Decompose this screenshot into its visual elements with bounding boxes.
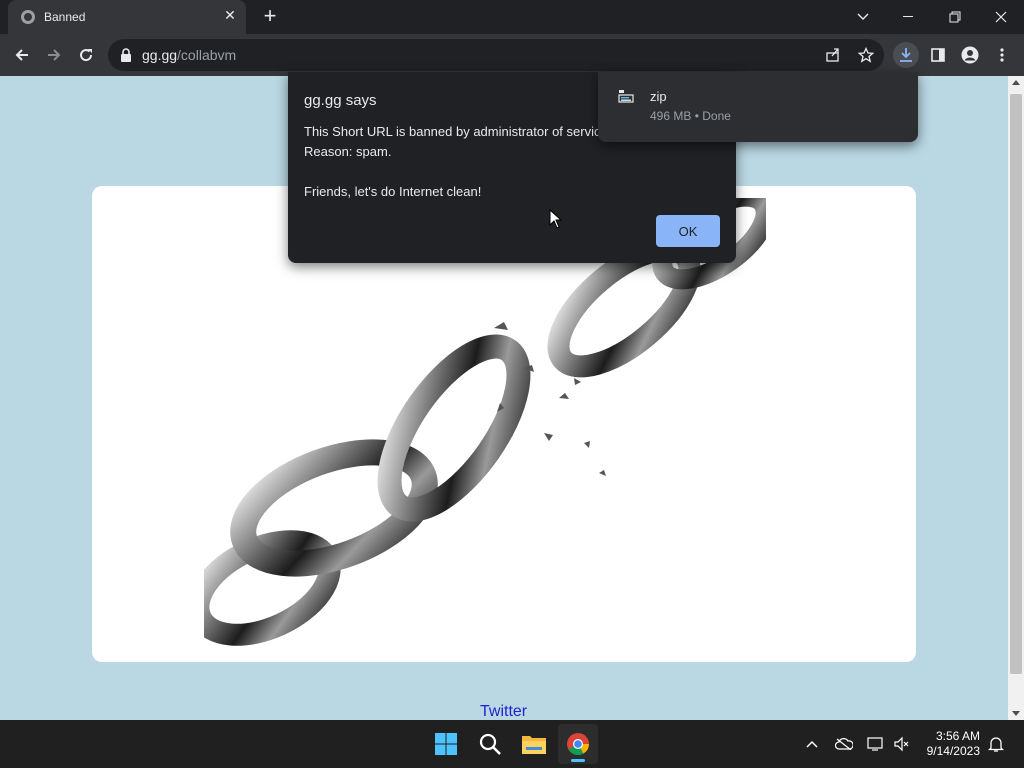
scroll-up-icon[interactable] — [1012, 80, 1020, 85]
close-icon — [995, 11, 1007, 23]
title-bar: Banned ✕ + — [0, 0, 1024, 34]
url-domain: gg.gg — [142, 47, 178, 63]
bookmark-button[interactable] — [853, 42, 879, 68]
download-bubble: zip 496 MB • Done — [598, 72, 918, 142]
chrome-icon — [567, 733, 589, 755]
tab-title: Banned — [44, 10, 86, 24]
twitter-link[interactable]: Twitter — [480, 703, 527, 720]
file-explorer-button[interactable] — [514, 724, 554, 764]
broken-chain-image — [204, 198, 766, 646]
star-icon — [858, 47, 874, 63]
downloads-button[interactable] — [893, 42, 919, 68]
close-window-button[interactable] — [978, 0, 1024, 34]
person-icon — [961, 46, 979, 64]
more-vert-icon — [1000, 48, 1004, 62]
download-status: 496 MB • Done — [650, 109, 731, 123]
windows-icon — [435, 733, 457, 755]
volume-muted-icon[interactable] — [892, 734, 912, 754]
scroll-down-icon[interactable] — [1012, 711, 1020, 716]
clock-time: 3:56 AM — [935, 729, 980, 743]
search-button[interactable] — [470, 724, 510, 764]
forward-button[interactable] — [41, 42, 67, 68]
restore-button[interactable] — [932, 0, 978, 34]
chevron-up-icon — [806, 740, 818, 748]
minimize-button[interactable] — [886, 0, 932, 34]
arrow-left-icon — [15, 49, 28, 61]
taskbar: 3:56 AM 9/14/2023 — [0, 720, 1024, 768]
download-item[interactable]: zip 496 MB • Done — [598, 72, 918, 142]
scrollbar-thumb[interactable] — [1010, 94, 1022, 674]
tab-search-button[interactable] — [840, 0, 886, 34]
page-scrollbar[interactable] — [1008, 76, 1024, 720]
side-panel-button[interactable] — [925, 42, 951, 68]
arrow-right-icon — [48, 49, 61, 61]
clock-date: 9/14/2023 — [926, 744, 980, 758]
reload-button[interactable] — [73, 42, 99, 68]
dialog-message: This Short URL is banned by administrato… — [304, 124, 608, 199]
side-panel-icon — [931, 48, 945, 62]
tab-close-icon[interactable]: ✕ — [222, 7, 238, 23]
chrome-button[interactable] — [558, 724, 598, 764]
tab-banned[interactable]: Banned ✕ — [8, 0, 246, 34]
ok-button[interactable]: OK — [656, 215, 720, 247]
onedrive-icon[interactable] — [834, 734, 854, 754]
reload-icon — [80, 49, 93, 62]
download-icon — [900, 48, 912, 62]
clock[interactable]: 3:56 AM 9/14/2023 — [918, 729, 980, 759]
search-icon — [479, 733, 501, 755]
url-text: gg.gg/collabvm — [142, 47, 236, 63]
share-button[interactable] — [820, 42, 846, 68]
dialog-title: gg.gg says — [304, 92, 377, 109]
menu-button[interactable] — [989, 42, 1015, 68]
globe-icon — [21, 10, 35, 24]
back-button[interactable] — [9, 42, 35, 68]
profile-button[interactable] — [957, 42, 983, 68]
address-bar[interactable]: gg.gg/collabvm — [108, 39, 884, 71]
download-file-name: zip — [650, 89, 667, 104]
mouse-cursor-icon — [549, 209, 563, 229]
folder-icon — [522, 736, 546, 754]
active-indicator — [571, 759, 585, 762]
chevron-down-icon — [857, 13, 869, 20]
start-button[interactable] — [426, 724, 466, 764]
url-path: /collabvm — [177, 47, 237, 63]
network-icon[interactable] — [866, 734, 886, 754]
bell-icon — [988, 737, 1004, 752]
new-tab-button[interactable]: + — [258, 4, 282, 28]
show-hidden-icons-button[interactable] — [802, 734, 822, 754]
notifications-button[interactable] — [986, 734, 1006, 754]
share-icon — [826, 48, 839, 62]
file-icon — [618, 90, 634, 103]
browser-toolbar: gg.gg/collabvm — [0, 34, 1024, 76]
restore-icon — [949, 11, 961, 23]
lock-icon — [121, 48, 131, 62]
